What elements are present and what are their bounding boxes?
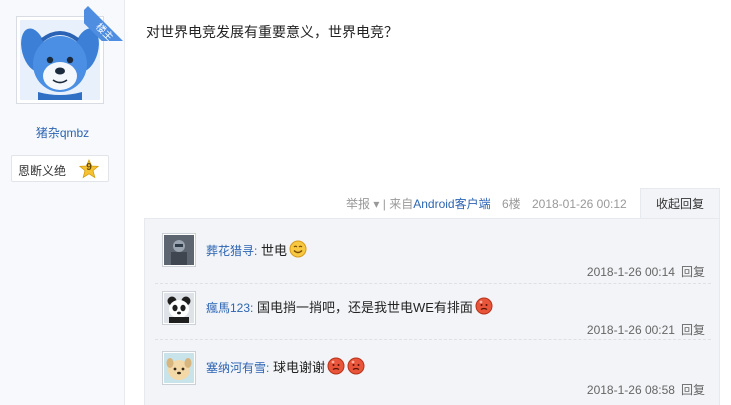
- owner-ribbon: 楼主: [84, 0, 125, 41]
- reply-username-link[interactable]: 塞纳河有雪:: [206, 361, 269, 375]
- reply-meta: 2018-1-26 00:21 回复: [587, 321, 705, 338]
- reply-button[interactable]: 回复: [681, 323, 705, 337]
- reply-avatar[interactable]: [162, 291, 196, 325]
- angry-emoji-icon: [475, 297, 493, 315]
- post-tail-bar: 举报 ▾ | 来自Android客户端 6楼 2018-01-26 00:12: [346, 196, 627, 212]
- reply-meta: 2018-1-26 08:58 回复: [587, 381, 705, 398]
- collapse-replies-button[interactable]: 收起回复: [640, 188, 720, 219]
- source-prefix: 来自: [389, 197, 414, 211]
- post-time: 2018-01-26 00:12: [531, 197, 627, 211]
- reply-username-link[interactable]: 葬花猎寻:: [206, 244, 257, 258]
- author-sidebar: 楼主 猪杂qmbz 恩断义绝 9: [0, 0, 125, 405]
- post-content: 对世界电竞发展有重要意义，世界电竞？: [146, 24, 398, 40]
- reply-button[interactable]: 回复: [681, 383, 705, 397]
- angry-emoji-icon: [347, 357, 365, 375]
- report-link[interactable]: 举报 ▾: [346, 197, 379, 211]
- reply-time: 2018-1-26 00:14: [586, 265, 675, 279]
- list-item: 瘋馬123: 国电捎一捎吧，还是我世电WE有排面 2018-1-26 00:21…: [145, 283, 721, 340]
- reply-time: 2018-1-26 08:58: [586, 383, 675, 397]
- reply-text: 世电: [260, 243, 287, 258]
- reply-meta: 2018-1-26 00:14 回复: [587, 263, 705, 280]
- panda-avatar-image: [164, 293, 194, 323]
- reply-text: 国电捎一捎吧，还是我世电WE有排面: [256, 300, 473, 315]
- reply-avatar[interactable]: [162, 233, 196, 267]
- badge-level-number: 9: [86, 162, 92, 173]
- badge-title: 恩断义绝: [18, 164, 67, 178]
- owner-tag: 楼主: [84, 6, 125, 41]
- reply-avatar[interactable]: [162, 351, 196, 385]
- chevron-down-icon: ▾: [373, 197, 380, 211]
- reply-text-line: 塞纳河有雪: 球电谢谢: [206, 357, 365, 376]
- tail-separator: |: [382, 197, 386, 211]
- forum-level-badge[interactable]: 恩断义绝 9: [11, 155, 109, 182]
- reply-text-line: 瘋馬123: 国电捎一捎吧，还是我世电WE有排面: [206, 297, 493, 316]
- angry-emoji-icon: [327, 357, 345, 375]
- reply-text: 球电谢谢: [272, 360, 325, 375]
- floor-number: 6楼: [501, 197, 521, 211]
- list-item: 葬花猎寻: 世电 2018-1-26 00:14 回复: [145, 227, 721, 284]
- reply-time: 2018-1-26 00:21: [586, 323, 675, 337]
- reply-divider: [155, 339, 711, 340]
- smile-emoji-icon: [289, 240, 307, 258]
- level-star-icon: 9: [79, 159, 99, 179]
- author-name-link[interactable]: 猪杂qmbz: [0, 124, 125, 141]
- list-item: 塞纳河有雪: 球电谢谢 2018-1-26 08:58 回复: [145, 341, 721, 397]
- dog-avatar-image: [164, 353, 194, 383]
- reply-button[interactable]: 回复: [681, 265, 705, 279]
- reply-list: 葬花猎寻: 世电 2018-1-26 00:14 回复 瘋馬123: 国电捎一捎…: [144, 218, 720, 405]
- reply-username-link[interactable]: 瘋馬123:: [206, 301, 253, 315]
- reply-text-line: 葬花猎寻: 世电: [206, 240, 307, 259]
- client-source-link[interactable]: Android客户端: [413, 197, 490, 211]
- armor-avatar-image: [164, 235, 194, 265]
